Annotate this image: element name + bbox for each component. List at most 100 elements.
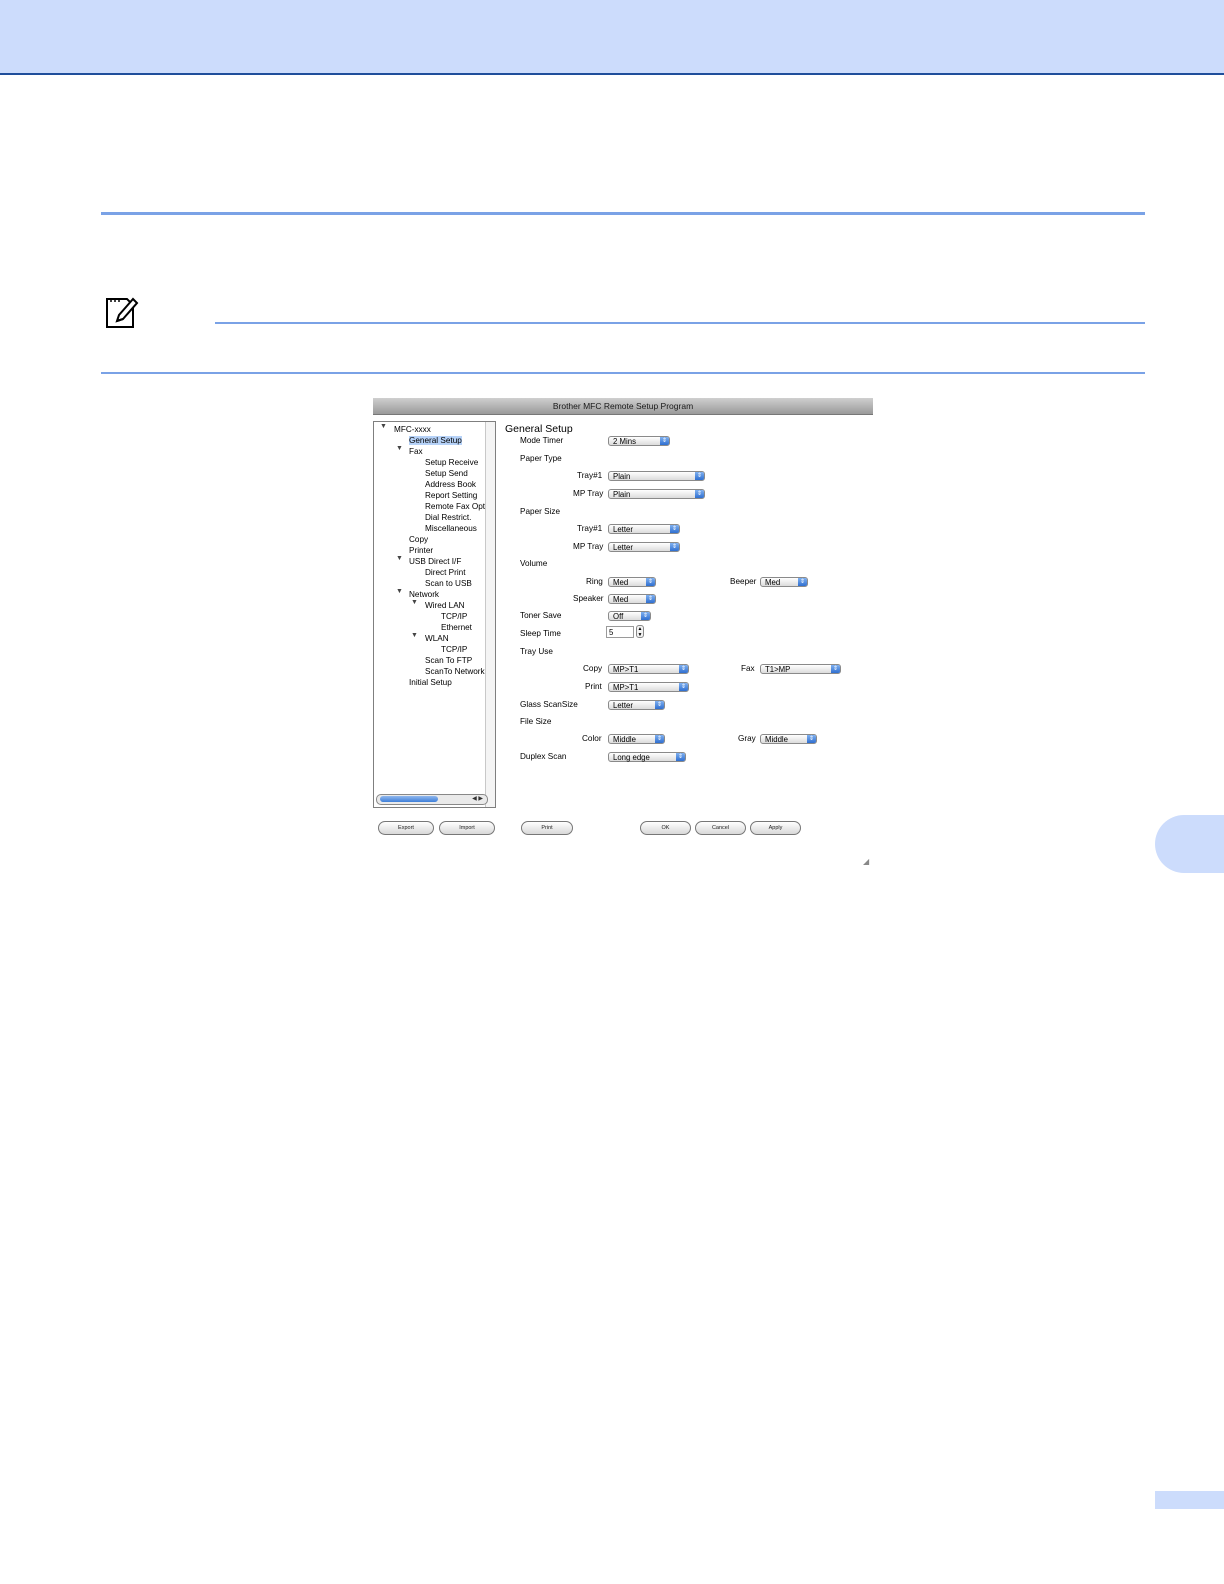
header-banner — [0, 0, 1224, 75]
tree-item-setup-send[interactable]: Setup Send — [425, 469, 468, 479]
tree-item-dial-restrict[interactable]: Dial Restrict. — [425, 513, 471, 523]
paper-size-mp-select[interactable]: Letter ⇕ — [608, 542, 680, 552]
import-button[interactable]: Import — [439, 821, 495, 835]
glass-scansize-label: Glass ScanSize — [520, 700, 578, 709]
ring-label: Ring — [586, 577, 603, 586]
section-rule — [101, 212, 1145, 215]
apply-button[interactable]: Apply — [750, 821, 801, 835]
tree-item-printer[interactable]: Printer — [409, 546, 433, 556]
chevron-updown-icon: ⇕ — [676, 753, 685, 761]
chevron-updown-icon: ⇕ — [641, 612, 650, 620]
speaker-label: Speaker — [573, 594, 604, 603]
window-title: Brother MFC Remote Setup Program — [552, 401, 694, 411]
mode-timer-label: Mode Timer — [520, 436, 564, 445]
tree-item-direct-print[interactable]: Direct Print — [425, 568, 466, 578]
toner-save-select[interactable]: Off ⇕ — [608, 611, 651, 621]
tree-item-copy[interactable]: Copy — [409, 535, 428, 545]
chevron-updown-icon: ⇕ — [831, 665, 840, 673]
duplex-scan-label: Duplex Scan — [520, 752, 567, 761]
chevron-updown-icon: ⇕ — [679, 683, 688, 691]
paper-size-tray1-select[interactable]: Letter ⇕ — [608, 524, 680, 534]
tree-item-wlan[interactable]: WLAN — [425, 634, 449, 644]
cancel-button[interactable]: Cancel — [695, 821, 746, 835]
disclosure-triangle-icon[interactable]: ▼ — [396, 445, 403, 452]
tree-item-report-setting[interactable]: Report Setting — [425, 491, 477, 501]
toner-save-label: Toner Save — [520, 611, 562, 620]
disclosure-triangle-icon[interactable]: ▼ — [411, 632, 418, 639]
duplex-scan-select[interactable]: Long edge ⇕ — [608, 752, 686, 762]
file-size-label: File Size — [520, 717, 552, 726]
file-size-color-select[interactable]: Middle ⇕ — [608, 734, 665, 744]
beeper-label: Beeper — [730, 577, 757, 586]
tree-item-usb-direct[interactable]: USB Direct I/F — [409, 557, 461, 567]
chapter-tab — [1155, 815, 1224, 873]
chevron-updown-icon: ⇕ — [670, 525, 679, 533]
tree-item-scan-to-usb[interactable]: Scan to USB — [425, 579, 472, 589]
tree-item-root[interactable]: MFC-xxxx — [394, 425, 431, 435]
file-size-gray-select[interactable]: Middle ⇕ — [760, 734, 817, 744]
window-titlebar[interactable]: Brother MFC Remote Setup Program — [373, 398, 873, 415]
disclosure-triangle-icon[interactable]: ▼ — [396, 555, 403, 562]
note-pencil-icon — [106, 297, 139, 328]
chevron-updown-icon: ⇕ — [655, 735, 664, 743]
tree-item-miscellaneous[interactable]: Miscellaneous — [425, 524, 477, 534]
page-number-tab — [1155, 1491, 1224, 1509]
tray-use-copy-select[interactable]: MP>T1 ⇕ — [608, 664, 689, 674]
tree-horizontal-scrollbar[interactable]: ◀ ▶ — [376, 794, 488, 805]
chevron-updown-icon: ⇕ — [660, 437, 669, 445]
note-rule-top — [215, 322, 1145, 324]
disclosure-triangle-icon[interactable]: ▼ — [411, 599, 418, 606]
note-rule-bottom — [101, 372, 1145, 374]
tree-item-wired-lan[interactable]: Wired LAN — [425, 601, 465, 611]
ok-button[interactable]: OK — [640, 821, 691, 835]
volume-label: Volume — [520, 559, 548, 568]
tray-use-label: Tray Use — [520, 647, 553, 656]
file-size-gray-label: Gray — [738, 734, 756, 743]
sleep-time-field[interactable]: 5 — [606, 626, 634, 638]
tray-use-fax-select[interactable]: T1>MP ⇕ — [760, 664, 841, 674]
settings-tree[interactable]: ▼ MFC-xxxx General Setup ▼ Fax Setup Rec… — [373, 421, 496, 808]
scroll-thumb[interactable] — [380, 796, 438, 802]
tree-item-remote-fax-opt[interactable]: Remote Fax Opt — [425, 502, 485, 512]
beeper-select[interactable]: Med ⇕ — [760, 577, 808, 587]
tree-item-scan-to-network[interactable]: ScanTo Network — [425, 667, 485, 677]
tray-use-copy-label: Copy — [583, 664, 603, 673]
sleep-time-label: Sleep Time — [520, 629, 561, 638]
glass-scansize-select[interactable]: Letter ⇕ — [608, 700, 665, 710]
scroll-arrows-icon[interactable]: ◀ ▶ — [472, 795, 483, 802]
tree-item-address-book[interactable]: Address Book — [425, 480, 476, 490]
paper-type-tray1-select[interactable]: Plain ⇕ — [608, 471, 705, 481]
print-button[interactable]: Print — [521, 821, 573, 835]
file-size-color-label: Color — [582, 734, 602, 743]
tree-item-ethernet[interactable]: Ethernet — [441, 623, 472, 633]
remote-setup-window: Brother MFC Remote Setup Program ▼ MFC-x… — [373, 398, 873, 868]
export-button[interactable]: Export — [378, 821, 434, 835]
paper-type-label: Paper Type — [520, 454, 562, 463]
paper-size-tray1-label: Tray#1 — [577, 524, 603, 533]
paper-type-mp-select[interactable]: Plain ⇕ — [608, 489, 705, 499]
tree-item-fax[interactable]: Fax — [409, 447, 423, 457]
speaker-select[interactable]: Med ⇕ — [608, 594, 656, 604]
ring-select[interactable]: Med ⇕ — [608, 577, 656, 587]
tree-item-scan-to-ftp[interactable]: Scan To FTP — [425, 656, 472, 666]
tree-vertical-scrollbar[interactable] — [485, 422, 495, 807]
resize-grip-icon[interactable]: ◢ — [863, 858, 871, 866]
tray-use-print-select[interactable]: MP>T1 ⇕ — [608, 682, 689, 692]
panel-heading: General Setup — [505, 423, 573, 435]
mode-timer-select[interactable]: 2 Mins ⇕ — [608, 436, 670, 446]
tree-item-initial-setup[interactable]: Initial Setup — [409, 678, 452, 688]
chevron-updown-icon: ⇕ — [655, 701, 664, 709]
tree-item-wired-tcpip[interactable]: TCP/IP — [441, 612, 467, 622]
sleep-time-stepper[interactable]: ▲ ▼ — [636, 625, 644, 638]
tree-item-setup-receive[interactable]: Setup Receive — [425, 458, 478, 468]
paper-size-mp-label: MP Tray — [573, 542, 604, 551]
tree-item-wlan-tcpip[interactable]: TCP/IP — [441, 645, 467, 655]
chevron-updown-icon: ⇕ — [646, 578, 655, 586]
tree-item-general-setup[interactable]: General Setup — [409, 436, 462, 446]
paper-size-label: Paper Size — [520, 507, 561, 516]
chevron-updown-icon: ⇕ — [670, 543, 679, 551]
tray-use-fax-label: Fax — [741, 664, 755, 673]
chevron-updown-icon: ⇕ — [807, 735, 816, 743]
disclosure-triangle-icon[interactable]: ▼ — [380, 423, 387, 430]
disclosure-triangle-icon[interactable]: ▼ — [396, 588, 403, 595]
